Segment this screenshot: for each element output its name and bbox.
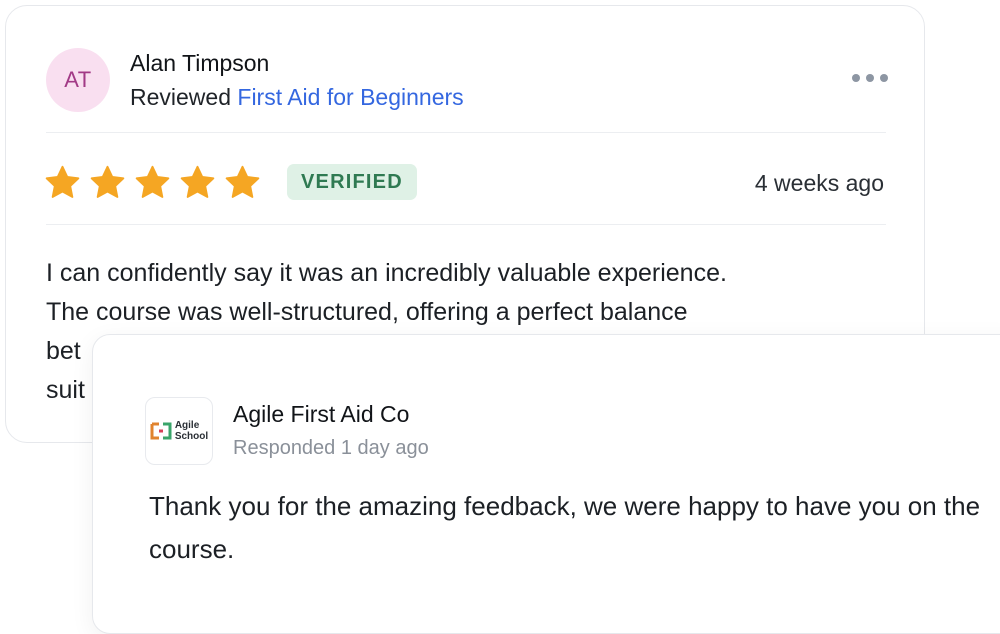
review-date: 4 weeks ago	[754, 170, 884, 196]
more-options-button[interactable]	[852, 68, 888, 88]
star-icon	[90, 165, 125, 198]
response-card: Agile School Agile First Aid Co Responde…	[92, 334, 1000, 634]
verified-badge: VERIFIED	[287, 164, 417, 200]
star-icon	[180, 165, 215, 198]
more-horizontal-icon	[852, 74, 860, 82]
more-horizontal-icon	[880, 74, 888, 82]
company-name: Agile First Aid Co	[233, 401, 410, 427]
logo-text-line: School	[174, 431, 209, 442]
reviewed-line: Reviewed First Aid for Beginners	[130, 84, 464, 111]
more-horizontal-icon	[866, 74, 874, 82]
response-time: Responded 1 day ago	[233, 437, 429, 459]
star-icon	[135, 165, 170, 198]
agile-school-logo-icon	[150, 422, 172, 440]
star-rating	[44, 164, 261, 201]
star-icon	[45, 165, 80, 198]
avatar-initials: AT	[64, 67, 92, 92]
avatar: AT	[46, 48, 110, 112]
course-link[interactable]: First Aid for Beginners	[237, 84, 463, 110]
star-icon	[225, 165, 260, 198]
logo-text: Agile School	[175, 420, 208, 442]
reviewer-name: Alan Timpson	[130, 50, 270, 76]
review-body-line: The course was well-structured, offering…	[46, 298, 688, 326]
reviewed-prefix: Reviewed	[130, 84, 231, 110]
logo-text-line: Agile	[174, 420, 200, 431]
divider	[46, 132, 886, 133]
response-body: Thank you for the amazing feedback, we w…	[149, 491, 981, 564]
review-body-line: I can confidently say it was an incredib…	[46, 259, 727, 287]
divider	[46, 224, 886, 225]
company-logo: Agile School	[145, 397, 213, 465]
